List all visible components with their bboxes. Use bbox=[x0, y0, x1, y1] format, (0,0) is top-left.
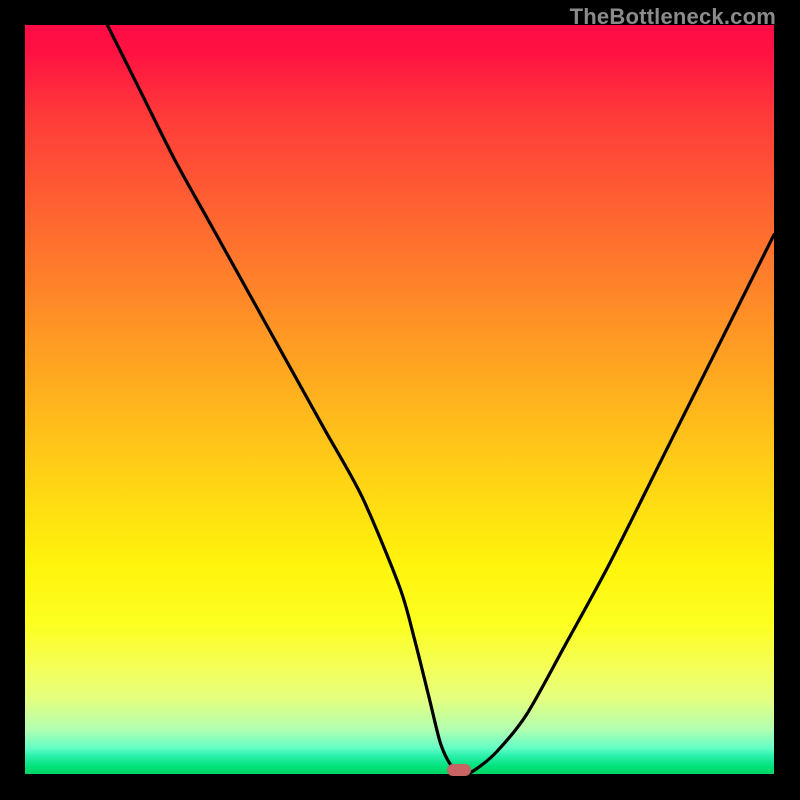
plot-area bbox=[25, 25, 774, 774]
chart-container: TheBottleneck.com bbox=[0, 0, 800, 800]
bottleneck-min-marker bbox=[447, 764, 471, 776]
bottleneck-curve bbox=[25, 25, 774, 774]
